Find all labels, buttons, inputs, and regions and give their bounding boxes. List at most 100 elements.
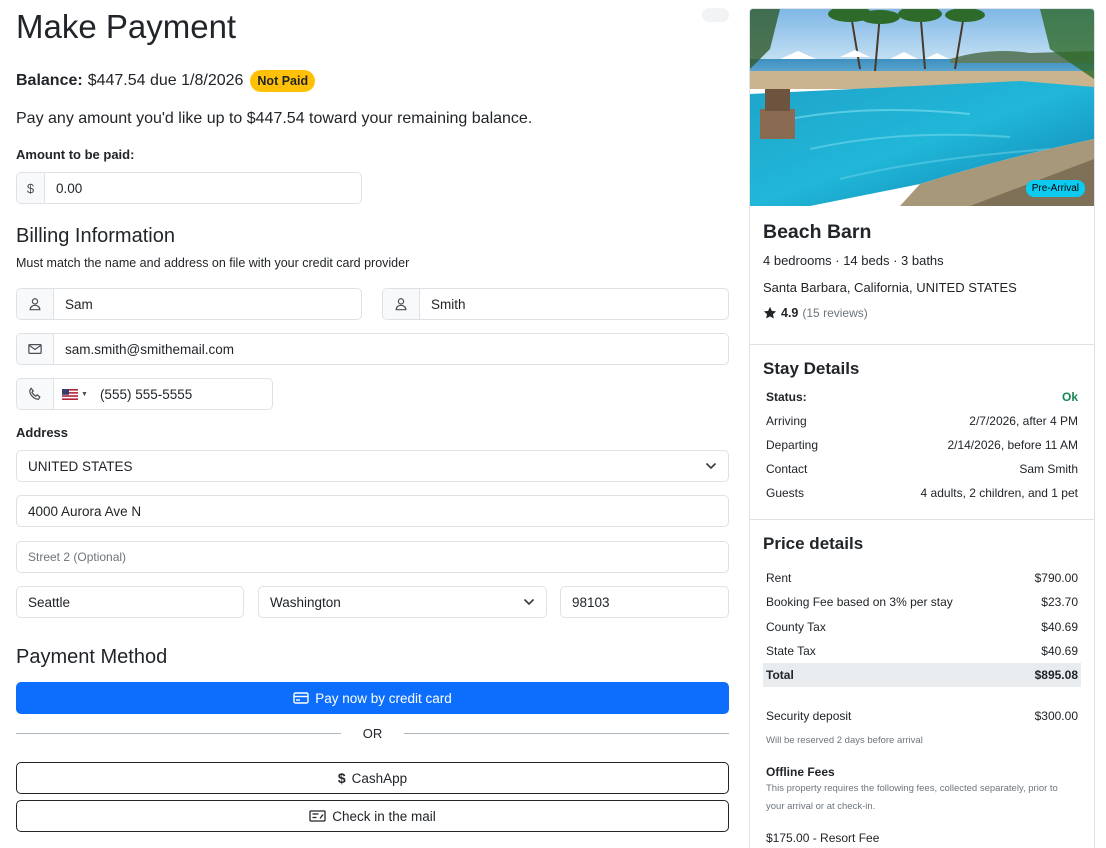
amount-input[interactable]: 0.00 [45, 173, 361, 203]
star-icon [763, 306, 777, 319]
phone-number: (555) 555-5555 [99, 386, 193, 402]
state-value: Washington [270, 594, 341, 610]
price-total-row: Total $895.08 [763, 663, 1081, 687]
price-row-value: $790.00 [1034, 571, 1078, 585]
stay-row-value: 2/7/2026, after 4 PM [969, 414, 1078, 428]
payment-description: Pay any amount you'd like up to $447.54 … [16, 110, 533, 127]
stay-row: Guests 4 adults, 2 children, and 1 pet [763, 481, 1081, 505]
deposit-value: $300.00 [1034, 709, 1078, 723]
price-row: Rent $790.00 [763, 566, 1081, 590]
balance-label: Balance: [16, 72, 83, 89]
first-name-input[interactable]: Sam [54, 289, 361, 319]
price-details-title: Price details [763, 534, 864, 553]
check-mail-button[interactable]: Check in the mail [16, 800, 729, 832]
property-location: Santa Barbara, California, UNITED STATES [763, 280, 1017, 295]
last-name-group: Smith [382, 288, 729, 320]
credit-card-icon [293, 692, 309, 704]
deposit-note: Will be reserved 2 days before arrival [766, 735, 923, 746]
stay-row-value: 2/14/2026, before 11 AM [947, 438, 1078, 452]
us-flag-icon[interactable]: ▼ [62, 388, 88, 400]
stay-row-value: 4 adults, 2 children, and 1 pet [920, 486, 1078, 500]
or-text: OR [362, 725, 383, 741]
or-divider: OR [16, 724, 729, 742]
property-photo: Pre-Arrival [750, 9, 1094, 206]
stay-row-value: Sam Smith [1019, 462, 1078, 476]
stay-row: Contact Sam Smith [763, 457, 1081, 481]
last-name-input[interactable]: Smith [420, 289, 728, 319]
pre-arrival-badge: Pre-Arrival [1025, 180, 1085, 197]
property-rating: 4.9 (15 reviews) [763, 306, 868, 320]
amount-label: Amount to be paid: [16, 147, 135, 162]
address-label: Address [16, 425, 69, 440]
price-row-label: County Tax [766, 620, 826, 634]
stay-row-label: Contact [766, 462, 808, 476]
payment-method-title: Payment Method [16, 646, 168, 668]
offline-fees-title: Offline Fees [766, 765, 835, 779]
stay-row: Arriving 2/7/2026, after 4 PM [763, 409, 1081, 433]
email-input[interactable]: sam.smith@smithemail.com [54, 334, 728, 364]
balance-amount: $447.54 due 1/8/2026 [87, 72, 244, 89]
property-card: Pre-Arrival Beach Barn 4 bedrooms · 14 b… [749, 8, 1095, 848]
country-select[interactable]: UNITED STATES [16, 450, 729, 482]
balance-line: Balance: $447.54 due 1/8/2026 Not Paid [16, 70, 316, 92]
offline-fees-note: This property requires the following fee… [766, 783, 1058, 812]
price-row: County Tax $40.69 [763, 615, 1081, 639]
price-row-label: State Tax [766, 644, 816, 658]
stay-status-row: Status: Ok [763, 385, 1081, 409]
price-row: State Tax $40.69 [763, 639, 1081, 663]
phone-group: ▼ (555) 555-5555 [16, 378, 273, 410]
cashapp-label: CashApp [351, 770, 408, 786]
stay-status-value: Ok [1061, 390, 1078, 404]
check-mail-label: Check in the mail [332, 808, 436, 824]
stay-row-label: Departing [766, 438, 819, 452]
stay-row-label: Guests [766, 486, 805, 500]
stay-row: Departing 2/14/2026, before 11 AM [763, 433, 1081, 457]
price-row: Booking Fee based on 3% per stay $23.70 [763, 590, 1081, 614]
pay-credit-card-button[interactable]: Pay now by credit card [16, 682, 729, 714]
price-row-value: $40.69 [1041, 644, 1078, 658]
zip-input[interactable]: 98103 [560, 586, 729, 618]
resort-fee: $175.00 - Resort Fee [766, 831, 880, 845]
user-icon [17, 289, 54, 319]
deposit-label: Security deposit [766, 709, 852, 723]
rating-reviews: (15 reviews) [802, 306, 868, 320]
phone-icon [17, 379, 54, 409]
country-value: UNITED STATES [28, 458, 133, 474]
property-name: Beach Barn [763, 221, 872, 243]
page-title: Make Payment [16, 8, 237, 45]
check-icon [309, 810, 326, 822]
currency-addon: $ [17, 173, 45, 203]
status-badge: Not Paid [250, 70, 316, 92]
amount-input-group: $ 0.00 [16, 172, 362, 204]
chevron-down-icon [705, 462, 717, 470]
phone-input[interactable]: ▼ (555) 555-5555 [54, 379, 272, 409]
top-right-pill [702, 8, 729, 22]
price-row-label: Booking Fee based on 3% per stay [766, 595, 953, 609]
city-input[interactable]: Seattle [16, 586, 244, 618]
divider [750, 344, 1094, 345]
security-deposit-row: Security deposit $300.00 [763, 704, 1081, 728]
rating-value: 4.9 [781, 306, 799, 320]
first-name-group: Sam [16, 288, 362, 320]
price-row-value: $23.70 [1041, 595, 1078, 609]
stay-row-label: Arriving [766, 414, 807, 428]
street2-input[interactable]: Street 2 (Optional) [16, 541, 729, 573]
billing-title: Billing Information [16, 225, 175, 247]
price-total-label: Total [766, 668, 794, 682]
billing-subtitle: Must match the name and address on file … [16, 256, 410, 270]
cashapp-button[interactable]: $ CashApp [16, 762, 729, 794]
price-row-value: $40.69 [1041, 620, 1078, 634]
envelope-icon [17, 334, 54, 364]
user-icon [383, 289, 420, 319]
street1-input[interactable]: 4000 Aurora Ave N [16, 495, 729, 527]
pay-credit-card-label: Pay now by credit card [315, 690, 452, 706]
stay-details-title: Stay Details [763, 359, 860, 378]
price-total-value: $895.08 [1034, 668, 1078, 682]
chevron-down-icon [523, 598, 535, 606]
property-beds: 4 bedrooms · 14 beds · 3 baths [763, 253, 944, 268]
divider [750, 519, 1094, 520]
stay-status-label: Status: [766, 390, 807, 404]
state-select[interactable]: Washington [258, 586, 547, 618]
email-group: sam.smith@smithemail.com [16, 333, 729, 365]
price-row-label: Rent [766, 571, 792, 585]
